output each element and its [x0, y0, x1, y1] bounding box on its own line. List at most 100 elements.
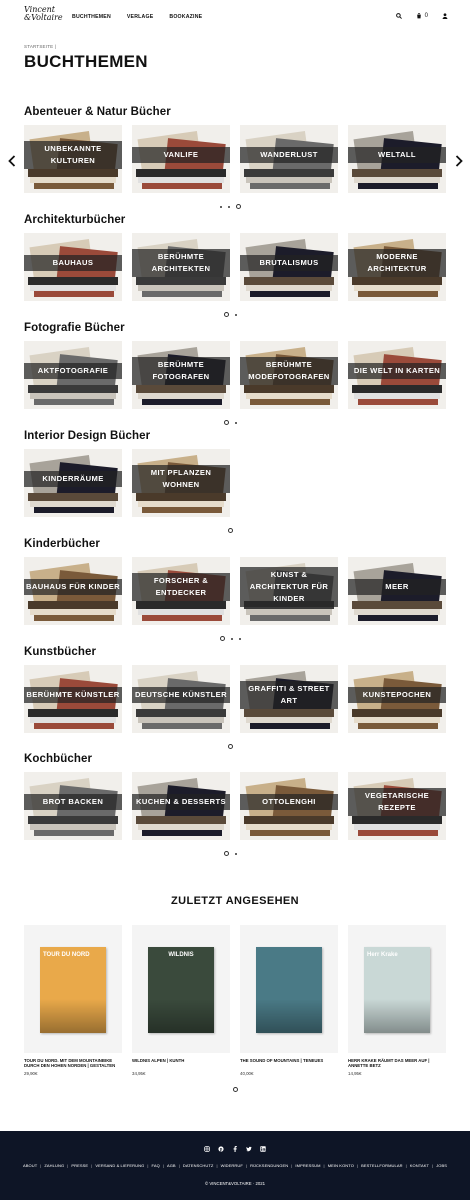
- carousel-prev-arrow[interactable]: [8, 155, 16, 170]
- category-tile[interactable]: OTTOLENGHI: [240, 772, 338, 840]
- category-tile[interactable]: BROT BACKEN: [24, 772, 122, 840]
- footer-link[interactable]: FAQ: [152, 1163, 160, 1168]
- footer-link[interactable]: KONTAKT: [410, 1163, 429, 1168]
- category-tile[interactable]: BERÜHMTE ARCHITEKTEN: [132, 233, 230, 301]
- product-name[interactable]: TOUR DU NORD. MIT DEM MOUNTAINBIKE DURCH…: [24, 1058, 122, 1069]
- pinterest-icon[interactable]: p: [218, 1146, 224, 1154]
- pagination-dot[interactable]: [234, 313, 237, 316]
- tile-label-band: FORSCHER & ENTDECKER: [132, 573, 230, 601]
- instagram-icon[interactable]: [204, 1146, 210, 1154]
- tile-label: WANDERLUST: [260, 150, 318, 159]
- social-links: p: [0, 1146, 470, 1154]
- tile-label-band: BAUHAUS: [24, 255, 122, 271]
- footer-link[interactable]: WIDERRUF: [221, 1163, 243, 1168]
- pagination-dot[interactable]: [232, 1087, 238, 1092]
- product-card[interactable]: WILDNIS WILDNIS ALPEN | KUNTH 34,95€: [132, 925, 230, 1076]
- category-tile[interactable]: UNBEKANNTE KULTUREN: [24, 125, 122, 193]
- product-name[interactable]: WILDNIS ALPEN | KUNTH: [132, 1058, 230, 1063]
- pagination-dot[interactable]: [234, 852, 237, 855]
- site-logo[interactable]: Vincent &Voltaire: [24, 6, 63, 22]
- site-header: Vincent &Voltaire BUCHTHEMEN VERLAGE BOO…: [0, 0, 470, 36]
- category-tile[interactable]: FORSCHER & ENTDECKER: [132, 557, 230, 625]
- footer-link[interactable]: ABOUT: [23, 1163, 37, 1168]
- footer-link[interactable]: RÜCKSENDUNGEN: [250, 1163, 288, 1168]
- pagination-dot[interactable]: [219, 636, 225, 641]
- nav-bookazine[interactable]: BOOKAZINE: [169, 14, 202, 20]
- carousel-pagination: [0, 744, 465, 749]
- tile-label-band: WELTALL: [348, 147, 446, 163]
- footer-link-separator: |: [405, 1163, 407, 1168]
- category-carousel: BAUHAUS FÜR KINDER FORSCHER & ENTDECKER KU…: [24, 557, 446, 625]
- carousel-pagination: [0, 312, 465, 317]
- footer-link[interactable]: BESTELLFORMULAR: [361, 1163, 403, 1168]
- category-tile[interactable]: VANLIFE: [132, 125, 230, 193]
- category-tile[interactable]: BRUTALISMUS: [240, 233, 338, 301]
- product-name[interactable]: HERR KRAKE RÄUMT DAS MEER AUF | ANNETTE …: [348, 1058, 446, 1069]
- pagination-dot[interactable]: [227, 205, 230, 208]
- category-tile[interactable]: BERÜHMTE MODEFOTOGRAFEN: [240, 341, 338, 409]
- footer-link[interactable]: AGB: [167, 1163, 176, 1168]
- cart-button[interactable]: 0: [416, 13, 428, 19]
- category-carousel: AKTFOTOGRAFIE BERÜHMTE FOTOGRAFEN BERÜHMTE…: [24, 341, 446, 409]
- tile-label: BAUHAUS: [52, 258, 94, 267]
- footer-link[interactable]: MEIN KONTO: [328, 1163, 354, 1168]
- pagination-dot[interactable]: [219, 205, 222, 208]
- category-tile[interactable]: VEGETARISCHE REZEPTE: [348, 772, 446, 840]
- category-tile[interactable]: MODERNE ARCHITEKTUR: [348, 233, 446, 301]
- product-card[interactable]: THE SOUND OF MOUNTAINS | TENEUES 40,00€: [240, 925, 338, 1076]
- category-tile[interactable]: AKTFOTOGRAFIE: [24, 341, 122, 409]
- carousel-pagination: [0, 851, 465, 856]
- category-tile[interactable]: KUNSTEPOCHEN: [348, 665, 446, 733]
- footer-link[interactable]: IMPRESSUM: [295, 1163, 320, 1168]
- pagination-dot[interactable]: [227, 744, 233, 749]
- nav-buchthemen[interactable]: BUCHTHEMEN: [72, 14, 111, 20]
- footer-link[interactable]: DATENSCHUTZ: [183, 1163, 214, 1168]
- category-tile[interactable]: BAUHAUS FÜR KINDER: [24, 557, 122, 625]
- footer-link[interactable]: ZAHLUNG: [44, 1163, 64, 1168]
- category-tile[interactable]: BERÜHMTE FOTOGRAFEN: [132, 341, 230, 409]
- footer-link-separator: |: [245, 1163, 248, 1168]
- main-nav: BUCHTHEMEN VERLAGE BOOKAZINE: [72, 14, 202, 20]
- category-tile[interactable]: DIE WELT IN KARTEN: [348, 341, 446, 409]
- pagination-dot[interactable]: [234, 421, 237, 424]
- facebook-icon[interactable]: [232, 1146, 238, 1154]
- pagination-dot[interactable]: [230, 637, 233, 640]
- pagination-dot[interactable]: [223, 420, 229, 425]
- category-tile[interactable]: WANDERLUST: [240, 125, 338, 193]
- footer-link[interactable]: PRESSE: [71, 1163, 88, 1168]
- category-tile[interactable]: GRAFFITI & STREET ART: [240, 665, 338, 733]
- header-icons: 0: [395, 13, 448, 19]
- product-card[interactable]: TOUR DU NORD TOUR DU NORD. MIT DEM MOUNTA…: [24, 925, 122, 1076]
- breadcrumb[interactable]: STARTSEITE |: [24, 44, 56, 49]
- category-tile[interactable]: KINDERRÄUME: [24, 449, 122, 517]
- carousel-next-arrow[interactable]: [455, 155, 463, 170]
- product-thumbnail[interactable]: WILDNIS: [132, 925, 230, 1053]
- pagination-dot[interactable]: [238, 637, 241, 640]
- pagination-dot[interactable]: [227, 528, 233, 533]
- product-thumbnail[interactable]: Herr Krake: [348, 925, 446, 1053]
- category-tile[interactable]: BAUHAUS: [24, 233, 122, 301]
- footer-link[interactable]: JOBS: [436, 1163, 447, 1168]
- category-tile[interactable]: KUCHEN & DESSERTS: [132, 772, 230, 840]
- account-icon[interactable]: [442, 13, 448, 19]
- category-tile[interactable]: BERÜHMTE KÜNSTLER: [24, 665, 122, 733]
- product-name[interactable]: THE SOUND OF MOUNTAINS | TENEUES: [240, 1058, 338, 1063]
- pagination-dot[interactable]: [235, 204, 241, 209]
- nav-verlage[interactable]: VERLAGE: [127, 14, 153, 20]
- category-tile[interactable]: DEUTSCHE KÜNSTLER: [132, 665, 230, 733]
- footer-link[interactable]: VERSAND & LIEFERUNG: [95, 1163, 144, 1168]
- product-thumbnail[interactable]: [240, 925, 338, 1053]
- product-card[interactable]: Herr Krake HERR KRAKE RÄUMT DAS MEER AUF …: [348, 925, 446, 1076]
- category-tile[interactable]: WELTALL: [348, 125, 446, 193]
- product-thumbnail[interactable]: TOUR DU NORD: [24, 925, 122, 1053]
- site-footer: p ABOUT | ZAHLUNG | PRESSE | VERSAND & LIEFERU…: [0, 1131, 470, 1200]
- tile-label-band: GRAFFITI & STREET ART: [240, 681, 338, 709]
- category-tile[interactable]: MEER: [348, 557, 446, 625]
- search-icon[interactable]: [395, 13, 402, 19]
- pagination-dot[interactable]: [223, 851, 229, 856]
- linkedin-icon[interactable]: [260, 1146, 266, 1154]
- pagination-dot[interactable]: [223, 312, 229, 317]
- twitter-icon[interactable]: [246, 1146, 252, 1154]
- category-tile[interactable]: KUNST & ARCHITEKTUR FÜR KINDER: [240, 557, 338, 625]
- category-tile[interactable]: MIT PFLANZEN WOHNEN: [132, 449, 230, 517]
